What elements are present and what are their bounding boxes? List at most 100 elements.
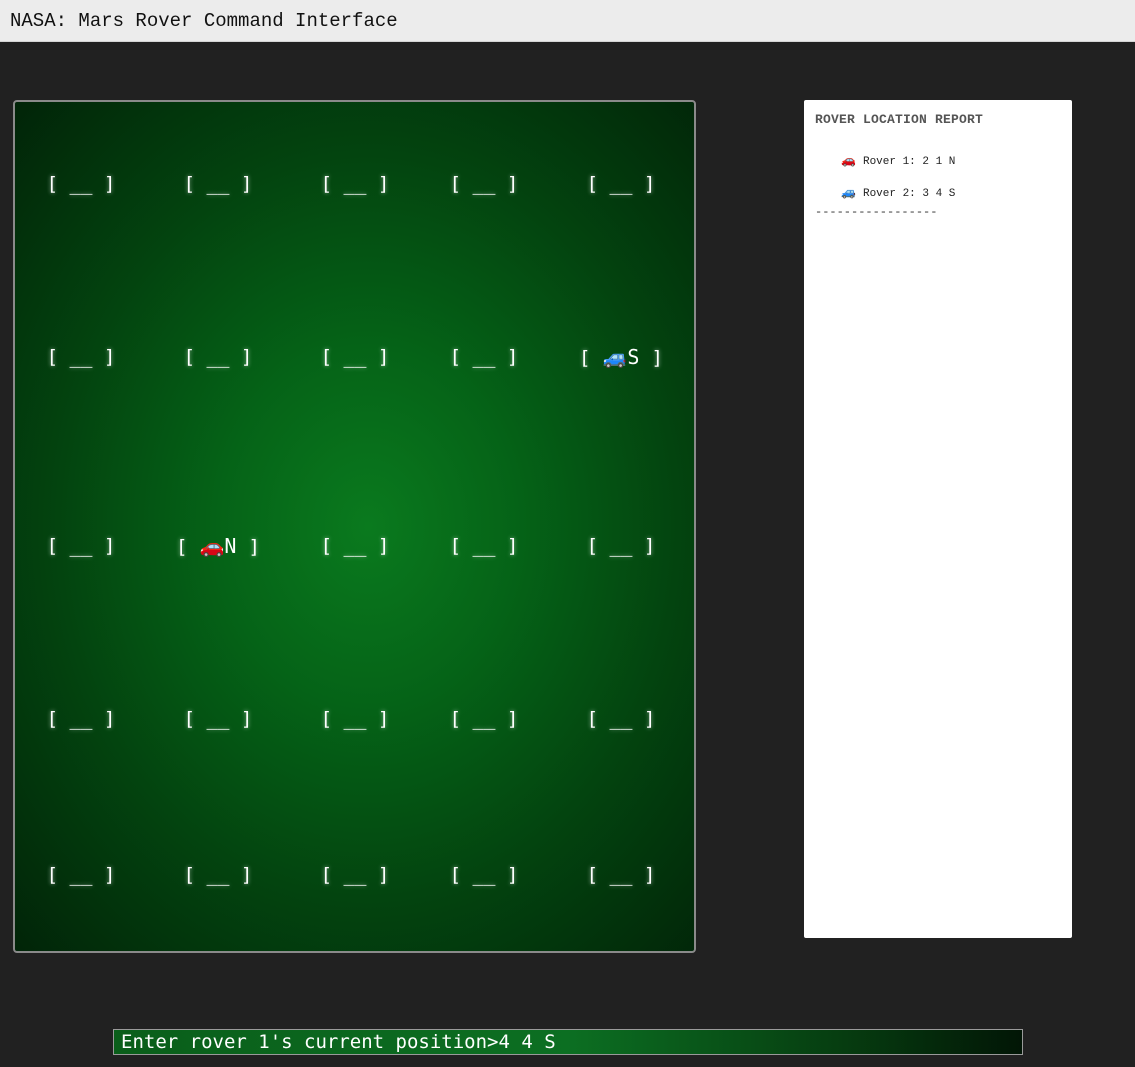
cell-empty-marker: __ bbox=[598, 708, 644, 730]
cell-open-bracket: [ bbox=[183, 346, 196, 368]
window-title-bar: NASA: Mars Rover Command Interface bbox=[0, 0, 1135, 42]
cell-empty-marker: __ bbox=[195, 173, 241, 195]
report-rover-1: 🚗 Rover 1: 2 1 N bbox=[815, 141, 1061, 168]
rover-location-report: ROVER LOCATION REPORT 🚗 Rover 1: 2 1 N 🚙… bbox=[804, 100, 1072, 938]
grid-cell-rover-2: [ 🚙S ] bbox=[561, 345, 681, 370]
rover-grid: [ __ ][ __ ][ __ ][ __ ][ __ ][ __ ][ __… bbox=[13, 100, 696, 953]
grid-cell: [ __ ] bbox=[21, 345, 141, 369]
cell-close-bracket: ] bbox=[506, 864, 519, 886]
window-title: NASA: Mars Rover Command Interface bbox=[10, 10, 398, 32]
grid-cell: [ __ ] bbox=[424, 345, 544, 369]
grid-cell: [ __ ] bbox=[158, 345, 278, 369]
cell-empty-marker: __ bbox=[332, 346, 378, 368]
cell-empty-marker: __ bbox=[58, 346, 104, 368]
cell-close-bracket: ] bbox=[248, 536, 260, 558]
cell-open-bracket: [ bbox=[449, 864, 462, 886]
report-separator: ----------------- bbox=[815, 205, 938, 219]
grid-cell: [ __ ] bbox=[424, 534, 544, 558]
grid-cell: [ __ ] bbox=[158, 172, 278, 196]
cell-close-bracket: ] bbox=[240, 346, 253, 368]
cell-empty-marker: __ bbox=[332, 864, 378, 886]
cell-close-bracket: ] bbox=[103, 708, 116, 730]
cell-close-bracket: ] bbox=[506, 346, 519, 368]
cell-empty-marker: __ bbox=[58, 864, 104, 886]
cell-empty-marker: __ bbox=[598, 535, 644, 557]
cell-empty-marker: __ bbox=[598, 864, 644, 886]
cell-open-bracket: [ bbox=[183, 173, 196, 195]
grid-cell: [ __ ] bbox=[295, 172, 415, 196]
cell-open-bracket: [ bbox=[46, 173, 59, 195]
cell-open-bracket: [ bbox=[176, 536, 188, 558]
cell-close-bracket: ] bbox=[240, 173, 253, 195]
command-input[interactable] bbox=[498, 1031, 799, 1053]
cell-open-bracket: [ bbox=[449, 173, 462, 195]
cell-close-bracket: ] bbox=[377, 864, 390, 886]
grid-cell: [ __ ] bbox=[561, 707, 681, 731]
cell-open-bracket: [ bbox=[46, 864, 59, 886]
grid-cell: [ __ ] bbox=[21, 863, 141, 887]
cell-empty-marker: __ bbox=[598, 173, 644, 195]
grid-cell: [ __ ] bbox=[295, 534, 415, 558]
command-prompt: Enter rover 1's current position> bbox=[121, 1031, 499, 1053]
cell-close-bracket: ] bbox=[506, 535, 519, 557]
cell-close-bracket: ] bbox=[506, 173, 519, 195]
cell-open-bracket: [ bbox=[46, 708, 59, 730]
cell-open-bracket: [ bbox=[320, 864, 333, 886]
grid-cell: [ __ ] bbox=[424, 863, 544, 887]
cell-close-bracket: ] bbox=[643, 864, 656, 886]
cell-empty-marker: __ bbox=[461, 708, 507, 730]
cell-open-bracket: [ bbox=[320, 173, 333, 195]
cell-empty-marker: __ bbox=[332, 708, 378, 730]
cell-open-bracket: [ bbox=[449, 346, 462, 368]
grid-cell: [ __ ] bbox=[21, 172, 141, 196]
cell-open-bracket: [ bbox=[183, 708, 196, 730]
red-car-icon: 🚗N bbox=[187, 534, 249, 558]
cell-open-bracket: [ bbox=[586, 173, 599, 195]
cell-close-bracket: ] bbox=[377, 708, 390, 730]
grid-cell: [ __ ] bbox=[158, 707, 278, 731]
grid-cell: [ __ ] bbox=[424, 707, 544, 731]
report-rover-2: 🚙 Rover 2: 3 4 S bbox=[815, 173, 1061, 200]
grid-cell: [ __ ] bbox=[561, 863, 681, 887]
cell-open-bracket: [ bbox=[449, 535, 462, 557]
grid-cell: [ __ ] bbox=[295, 863, 415, 887]
cell-open-bracket: [ bbox=[320, 708, 333, 730]
grid-cell: [ __ ] bbox=[561, 534, 681, 558]
cell-close-bracket: ] bbox=[103, 535, 116, 557]
cell-empty-marker: __ bbox=[58, 535, 104, 557]
cell-open-bracket: [ bbox=[183, 864, 196, 886]
cell-close-bracket: ] bbox=[103, 173, 116, 195]
cell-close-bracket: ] bbox=[377, 535, 390, 557]
grid-cell: [ __ ] bbox=[295, 345, 415, 369]
cell-open-bracket: [ bbox=[320, 346, 333, 368]
cell-empty-marker: __ bbox=[332, 535, 378, 557]
cell-empty-marker: __ bbox=[461, 346, 507, 368]
cell-empty-marker: __ bbox=[58, 708, 104, 730]
cell-open-bracket: [ bbox=[586, 535, 599, 557]
report-rover-1-text: Rover 1: 2 1 N bbox=[862, 156, 956, 168]
cell-open-bracket: [ bbox=[586, 708, 599, 730]
grid-cell: [ __ ] bbox=[21, 707, 141, 731]
grid-cell: [ __ ] bbox=[158, 863, 278, 887]
cell-open-bracket: [ bbox=[449, 708, 462, 730]
cell-close-bracket: ] bbox=[643, 173, 656, 195]
cell-empty-marker: __ bbox=[195, 864, 241, 886]
blue-car-icon: 🚙S bbox=[590, 345, 652, 369]
red-car-icon: 🚗 bbox=[841, 154, 857, 168]
cell-close-bracket: ] bbox=[643, 708, 656, 730]
grid-cell: [ __ ] bbox=[295, 707, 415, 731]
cell-close-bracket: ] bbox=[240, 864, 253, 886]
grid-cell: [ __ ] bbox=[424, 172, 544, 196]
cell-open-bracket: [ bbox=[46, 535, 59, 557]
cell-empty-marker: __ bbox=[461, 535, 507, 557]
report-rover-2-text: Rover 2: 3 4 S bbox=[862, 188, 956, 200]
command-line[interactable]: Enter rover 1's current position> bbox=[113, 1029, 1023, 1055]
cell-open-bracket: [ bbox=[320, 535, 333, 557]
cell-close-bracket: ] bbox=[103, 346, 116, 368]
cell-close-bracket: ] bbox=[103, 864, 116, 886]
grid-cell: [ __ ] bbox=[21, 534, 141, 558]
grid-cell: [ __ ] bbox=[561, 172, 681, 196]
cell-open-bracket: [ bbox=[579, 347, 591, 369]
cell-close-bracket: ] bbox=[377, 346, 390, 368]
cell-empty-marker: __ bbox=[461, 864, 507, 886]
